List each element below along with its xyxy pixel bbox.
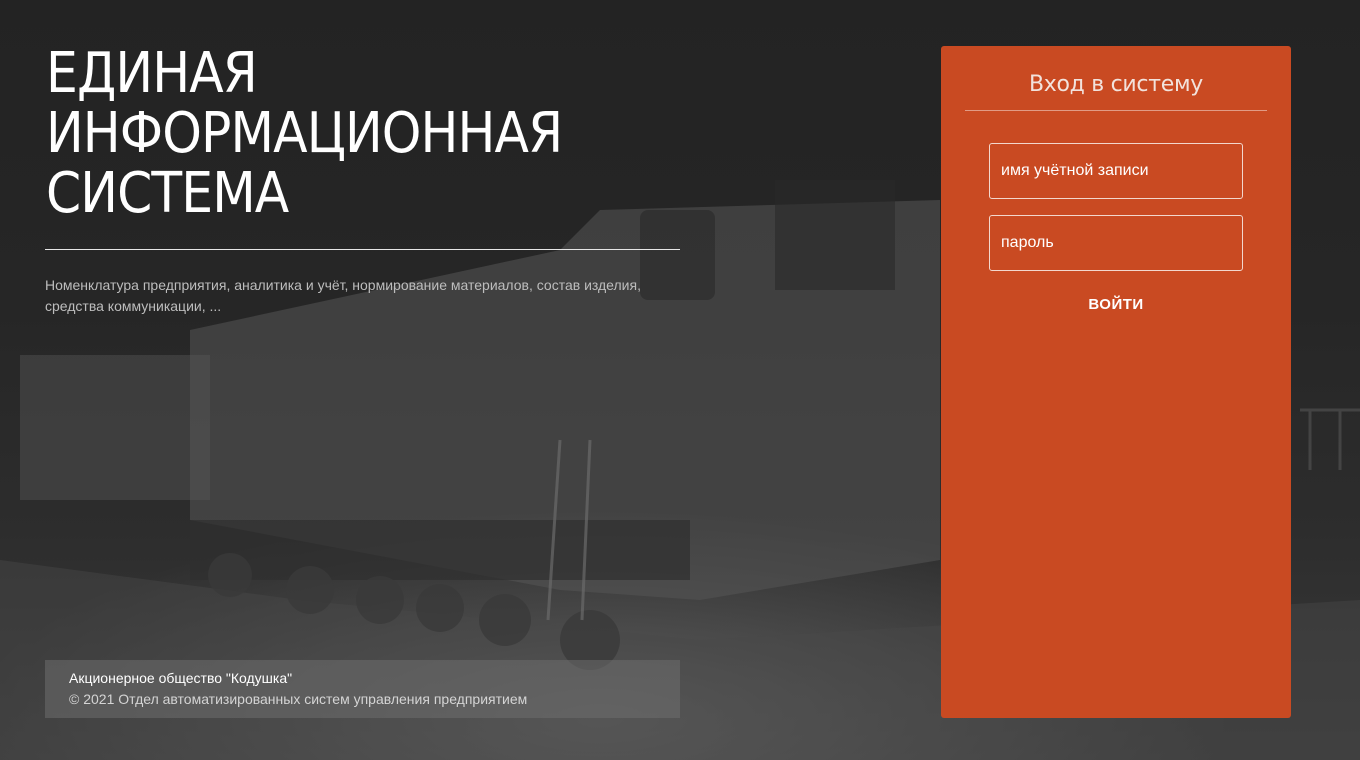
page-title: ЕДИНАЯ ИНФОРМАЦИОННАЯ СИСТЕМА xyxy=(46,44,622,224)
organization-name: Акционерное общество "Кодушка" xyxy=(69,670,293,686)
username-input[interactable] xyxy=(989,143,1243,199)
login-panel: Вход в систему ВОЙТИ xyxy=(941,46,1291,718)
system-description: Номенклатура предприятия, аналитика и уч… xyxy=(45,277,641,314)
copyright-text: © 2021 Отдел автоматизированных систем у… xyxy=(69,691,528,707)
login-title-divider xyxy=(965,110,1267,111)
title-line-2: ИНФОРМАЦИОННАЯ xyxy=(46,101,563,166)
password-input[interactable] xyxy=(989,215,1243,271)
footer-bar: Акционерное общество "Кодушка" © 2021 От… xyxy=(45,660,680,718)
title-line-1: ЕДИНАЯ xyxy=(46,41,258,106)
login-button[interactable]: ВОЙТИ xyxy=(989,289,1243,319)
title-divider xyxy=(45,249,680,250)
login-title: Вход в систему xyxy=(1029,72,1203,97)
title-line-3: СИСТЕМА xyxy=(46,161,289,226)
